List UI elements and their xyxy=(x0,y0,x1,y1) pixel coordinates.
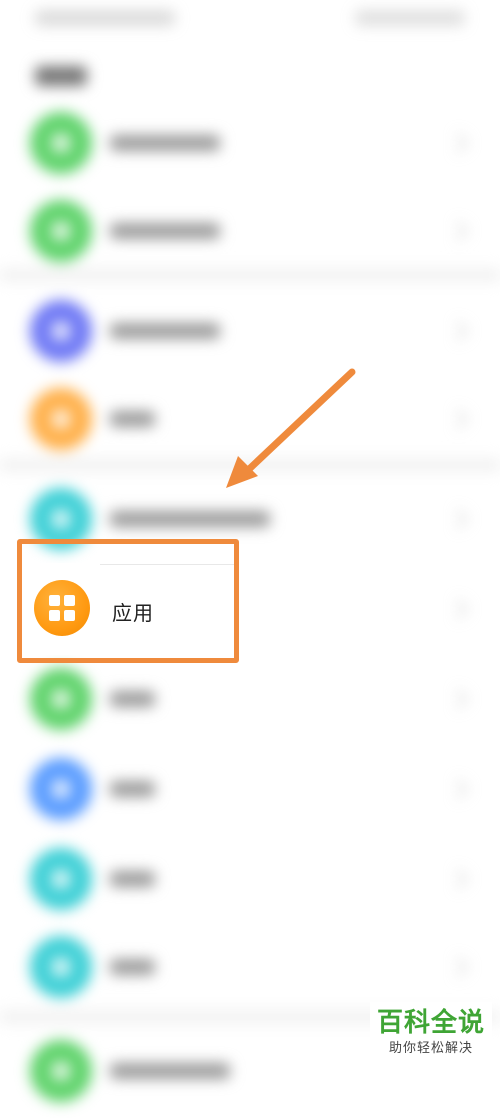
settings-screen: 应用 百科全说 助你轻松解决 xyxy=(0,0,500,1102)
pointer-arrow-icon xyxy=(226,368,356,488)
watermark: 百科全说 助你轻松解决 xyxy=(370,1002,492,1064)
watermark-subtitle: 助你轻松解决 xyxy=(388,1041,473,1056)
watermark-title: 百科全说 xyxy=(376,1008,485,1038)
